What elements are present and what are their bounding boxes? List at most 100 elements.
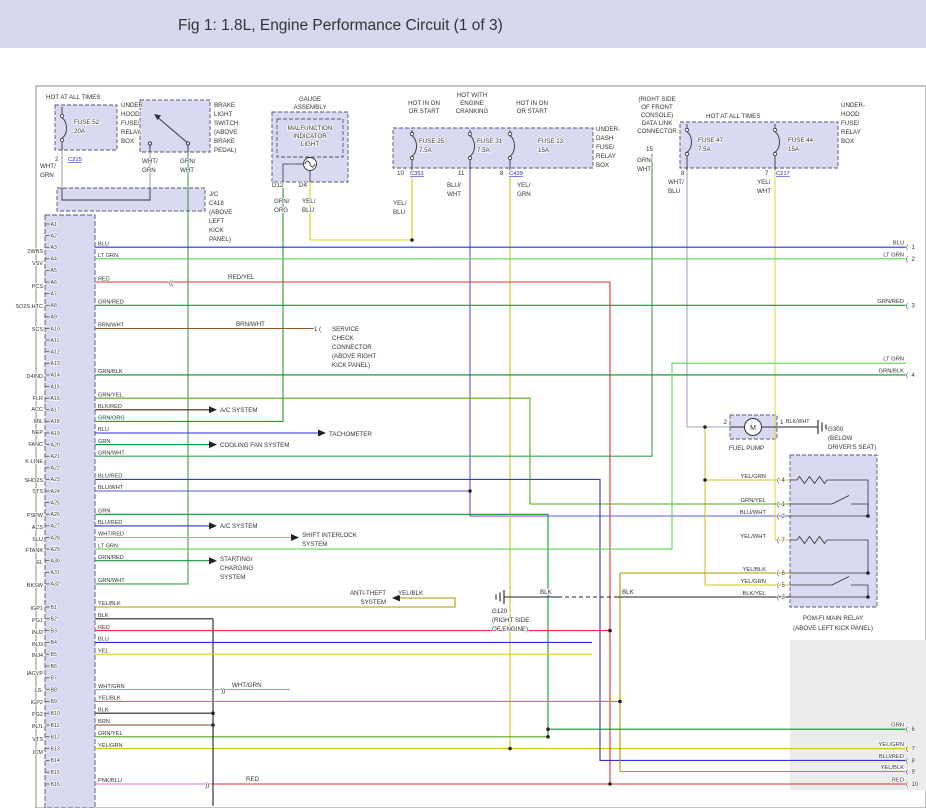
edge-wire-label-2: GRN/RED [877, 299, 904, 305]
signal-label-fanc: FANC [28, 442, 43, 448]
label-service: SERVICE [332, 326, 359, 333]
label-starting: STARTING/ [220, 556, 253, 563]
label-cranking: CRANKING [456, 108, 489, 115]
pin-label-b12: B12 [51, 735, 60, 741]
label-blk: BLK [622, 589, 635, 596]
edge-wire-label-5: GRN [891, 723, 904, 729]
signal-label-ftank: FTANK [25, 548, 43, 554]
label-of-front: OF FRONT [641, 104, 673, 111]
label-or-start: OR START [517, 108, 548, 115]
label-hot-at-all-times: HOT AT ALL TIMES [46, 94, 100, 101]
brake-switch-terminal-1 [148, 142, 151, 145]
label-2: 2 [724, 419, 728, 426]
label-gauge: GAUGE [299, 96, 321, 103]
label-switch: SWITCH [214, 120, 238, 127]
label-hot-in-on: HOT IN ON [408, 100, 440, 107]
pin-label-b9: B9 [51, 699, 57, 705]
wire-color-label-a8: GRN/RED [98, 299, 124, 305]
label-7-5a: 7.5A [419, 147, 433, 154]
signal-label-k-line: K-LINE [25, 459, 43, 465]
relay-wire-label-pin-2: BLU/WHT [740, 510, 767, 516]
signal-label-acc: ACC [31, 407, 43, 413]
label-fuse-44: FUSE 44 [788, 137, 814, 144]
relay-wire-label-pin-7: YEL/WHT [740, 534, 766, 540]
pin-label-a4: A4 [51, 257, 57, 263]
wiring-diagram-canvas: Fig 1: 1.8L, Engine Performance Circuit … [0, 0, 926, 808]
label-1: 1 [780, 419, 784, 426]
signal-label-icm: ICM [33, 750, 44, 756]
label-brn-wht: BRN/WHT [236, 321, 265, 328]
label-charging: CHARGING [220, 565, 254, 572]
wire-color-label-b16: PNK/BLU [98, 778, 122, 784]
label-malfunction: MALFUNCTION [288, 125, 333, 132]
pin-label-a16: A16 [51, 396, 60, 402]
wire-color-label-a30: GRN/RED [98, 555, 124, 561]
edge-wire-label-0: BLU [893, 241, 904, 247]
link-c351[interactable]: C351 [410, 171, 424, 177]
pin-label-b1: B1 [51, 605, 57, 611]
signal-label-vsv: VSV [32, 261, 43, 267]
label-hood: HOOD [121, 111, 140, 118]
signal-label-el: EL [36, 560, 43, 566]
label-above-right: (ABOVE RIGHT [332, 353, 377, 360]
label-yel: YEL/ [393, 200, 407, 207]
label-2: 2 [55, 156, 59, 163]
label-blu: BLU/ [447, 182, 461, 189]
pin-label-a9: A9 [51, 315, 57, 321]
page-title: Fig 1: 1.8L, Engine Performance Circuit … [178, 17, 503, 34]
signal-label-d4ind: D4IND [26, 374, 43, 380]
pin-label-b13: B13 [51, 746, 60, 752]
wire-color-label-a6: RED [98, 276, 110, 282]
wire-color-label-a19: BLU [98, 427, 109, 433]
link-c439[interactable]: C439 [509, 171, 523, 177]
pin-label-a27: A27 [51, 524, 60, 530]
label-fuse: FUSE/ [841, 120, 860, 127]
wire-color-label-a26: GRN [98, 508, 110, 514]
pin-label-a17: A17 [51, 408, 60, 414]
label-15: 15 [646, 146, 653, 153]
pin-label-a13: A13 [51, 361, 60, 367]
label-g120: G120 [492, 608, 508, 615]
signal-label-bksw: BKSW [27, 583, 44, 589]
label-yel: YEL/ [757, 179, 771, 186]
label-below: (BELOW [828, 435, 853, 442]
label-fuse-52: FUSE 52 [74, 119, 100, 126]
wire-color-label-b11: BRN [98, 719, 110, 725]
edge-wire-label-9: RED [892, 778, 904, 784]
signal-label-inj3: INJ3 [32, 642, 43, 648]
label-7-5a: 7.5A [477, 147, 491, 154]
relay-wire-label-pin-4: YEL/GRN [741, 474, 766, 480]
label-fuse-47: FUSE 47 [698, 137, 724, 144]
wire-color-label-b10: BLK [98, 707, 109, 713]
pin-label-a22: A22 [51, 466, 60, 472]
label-fuse-13: FUSE 13 [538, 138, 564, 145]
label-under: UNDER- [841, 102, 865, 109]
label-grn: GRN/ [180, 158, 196, 165]
pin-label-b16: B16 [51, 782, 60, 788]
brake-switch-terminal-2 [186, 142, 189, 145]
label-kick: KICK [209, 227, 224, 234]
signal-label-inj2: INJ2 [32, 630, 43, 636]
edge-wire-label-4: GRN/BLK [879, 368, 905, 374]
pin-label-a6: A6 [51, 280, 57, 286]
wire-color-label-b8: WHT/GRN [98, 684, 125, 690]
label-wht: WHT [637, 166, 651, 173]
link-c217[interactable]: C217 [776, 171, 790, 177]
fuse-25-terminal-top [410, 132, 413, 135]
junction-dot-6 [608, 782, 612, 786]
label-blu: BLU [668, 188, 680, 195]
signal-label-scs: SCS [32, 327, 44, 333]
wire-color-label-b13: YEL/GRN [98, 743, 123, 749]
signal-label-acs: ACS [32, 525, 44, 531]
link-c215[interactable]: C215 [68, 157, 82, 163]
label-j-c: J/C [209, 191, 219, 198]
label-yel: YEL/ [517, 182, 531, 189]
pin-label-a31: A31 [51, 570, 60, 576]
inline-connector-b16: )) [205, 782, 209, 789]
relay-wire-label-pin-5: YEL/GRN [741, 579, 766, 585]
inline-connector-b8: )) [221, 688, 225, 695]
label-8: 8 [681, 170, 685, 177]
pin-label-a14: A14 [51, 373, 60, 379]
label-grn: GRN [517, 191, 531, 198]
label-a-c-system: A/C SYSTEM [220, 407, 257, 414]
